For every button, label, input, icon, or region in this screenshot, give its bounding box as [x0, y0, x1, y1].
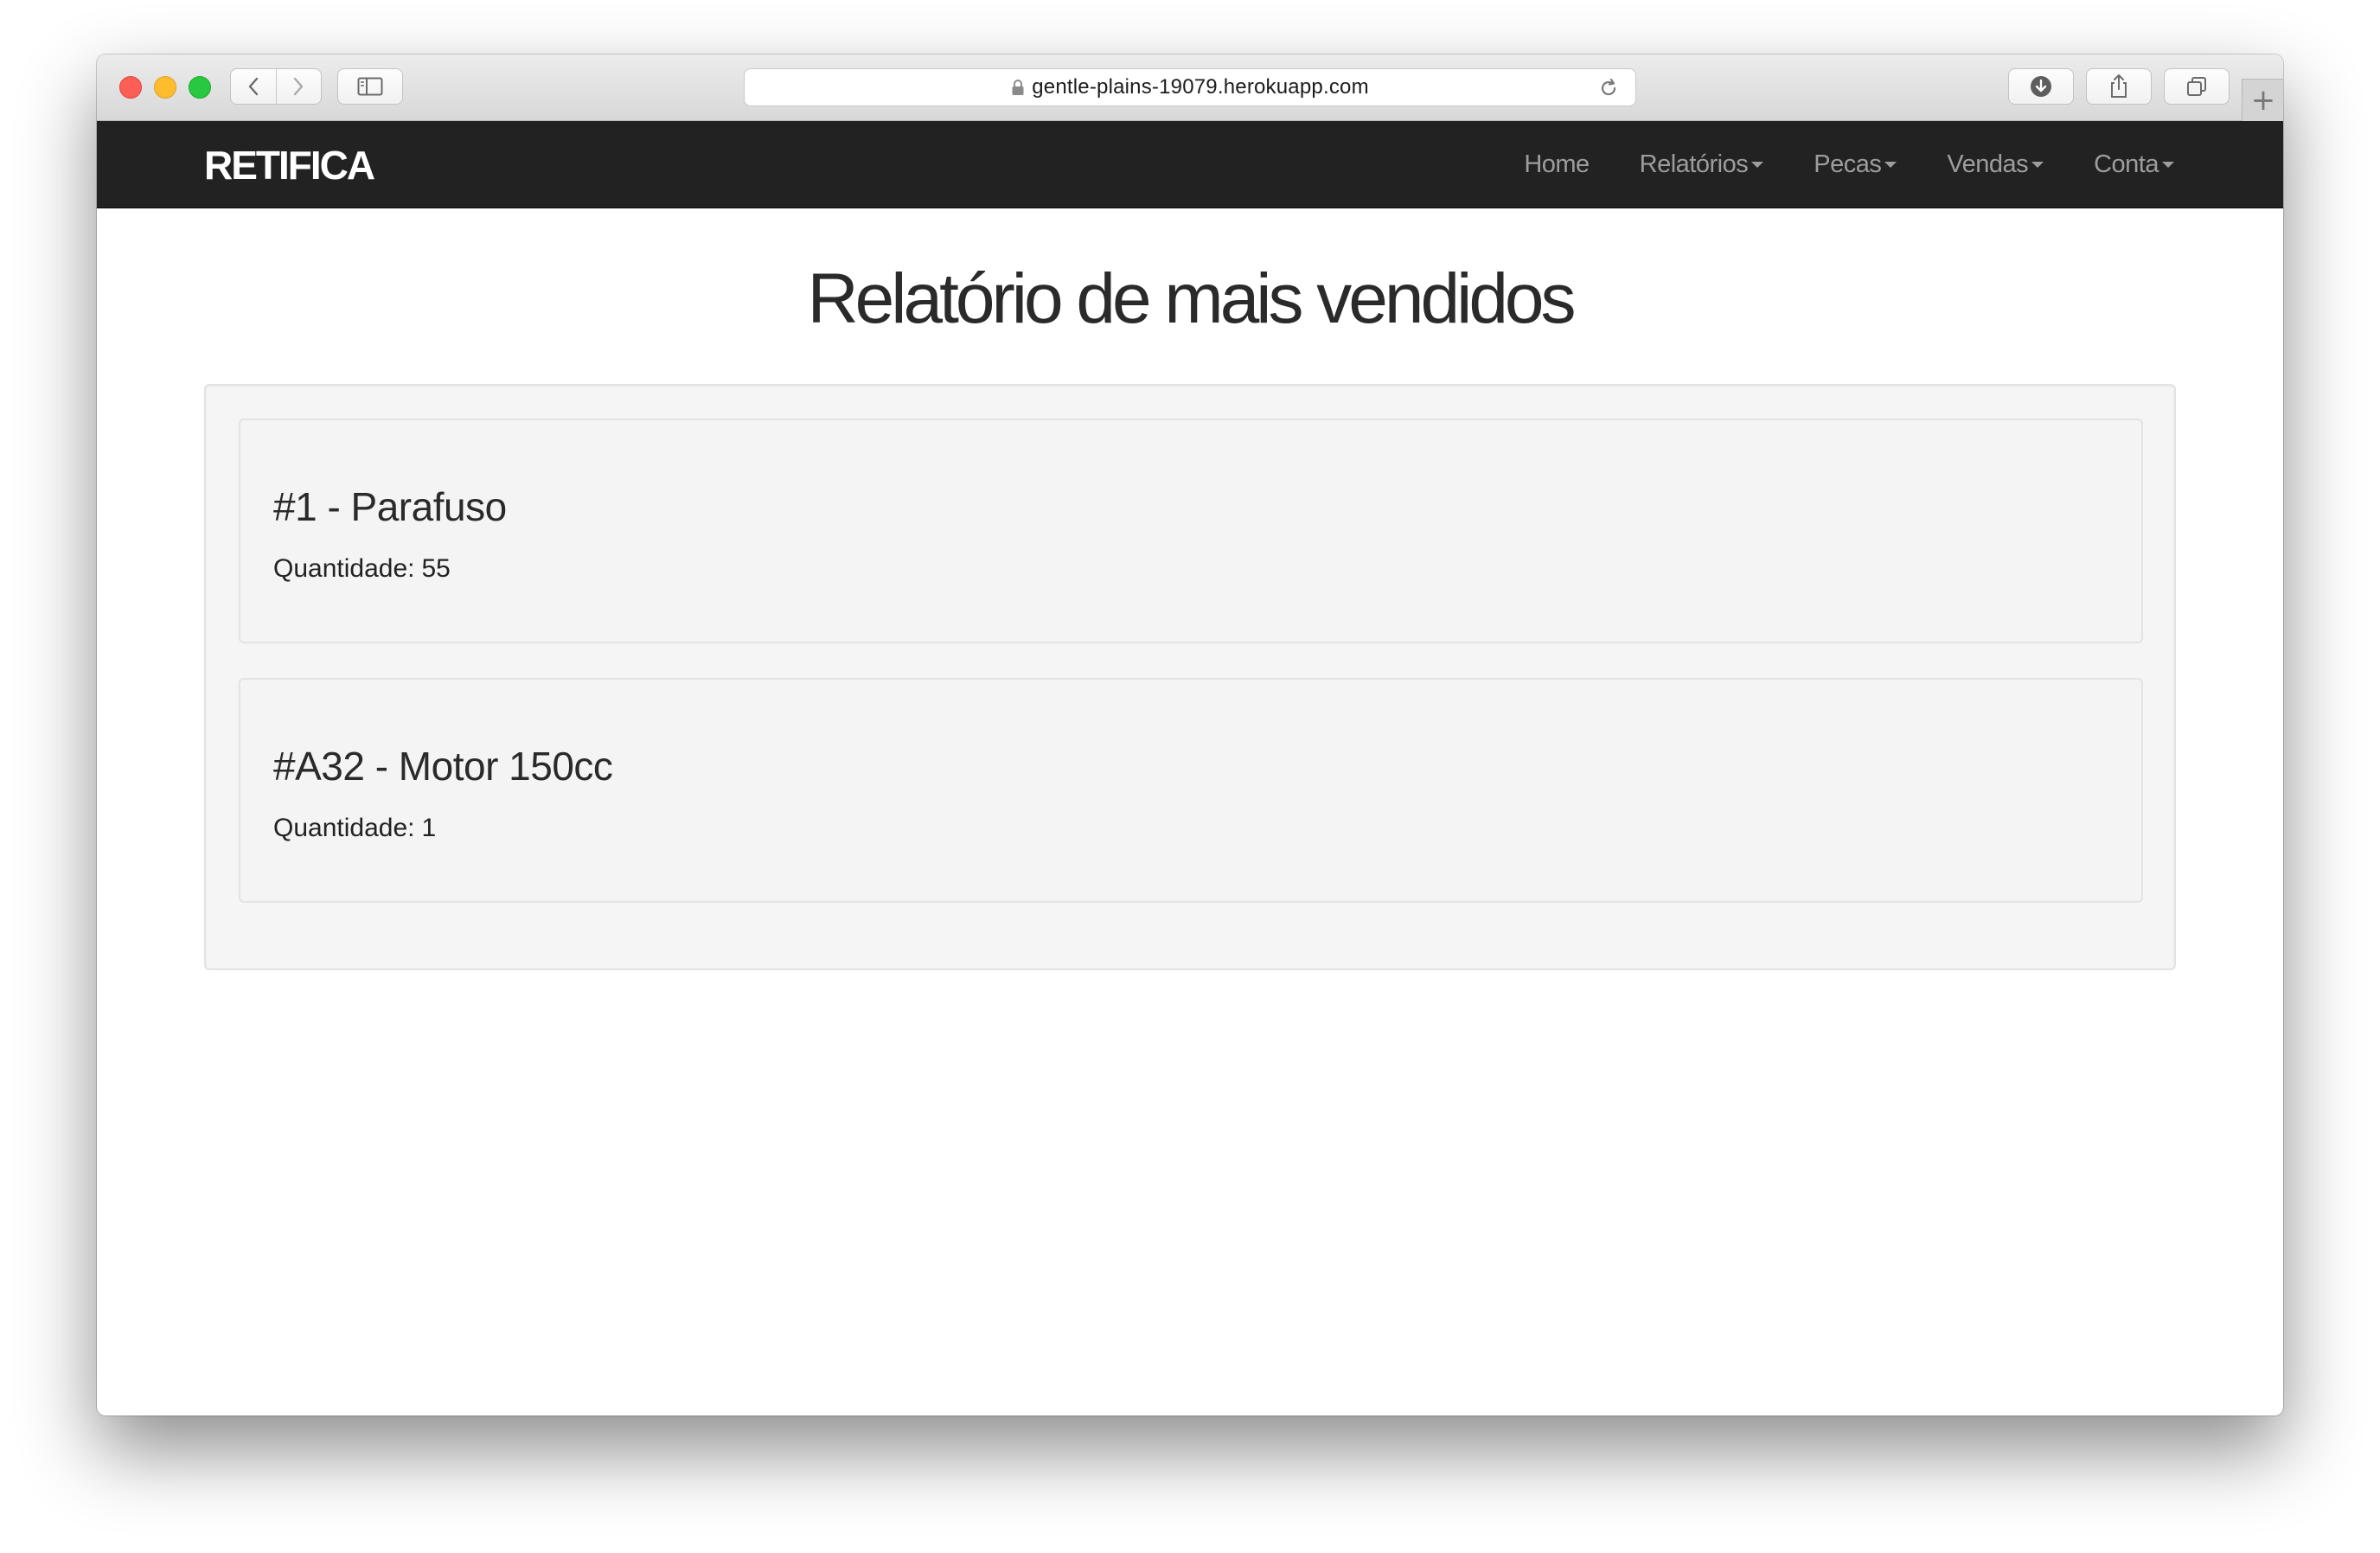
caret-down-icon	[1751, 161, 1764, 168]
minimize-window-button[interactable]	[154, 76, 176, 99]
download-icon	[2031, 76, 2051, 97]
report-item: #1 - Parafuso Quantidade: 55	[239, 419, 2143, 643]
report-item-title: #A32 - Motor 150cc	[273, 744, 613, 789]
sidebar-toggle-button[interactable]	[337, 68, 403, 105]
url-text: gentle-plains-19079.herokuapp.com	[1032, 75, 1369, 99]
report-item-quantity: Quantidade: 1	[273, 811, 443, 846]
nav-item-label: Relatórios	[1639, 150, 1749, 178]
nav-item-label: Conta	[2094, 150, 2159, 178]
forward-button[interactable]	[276, 69, 321, 104]
report-item: #A32 - Motor 150cc Quantidade: 1	[239, 678, 2143, 903]
downloads-button[interactable]	[2008, 68, 2074, 105]
sidebar-icon	[357, 77, 383, 96]
tab-overview-button[interactable]	[2164, 68, 2230, 105]
nav-item-pecas[interactable]: Pecas	[1814, 150, 1897, 179]
chevron-right-icon	[294, 77, 304, 96]
caret-down-icon	[2031, 161, 2044, 168]
nav-item-label: Home	[1524, 150, 1590, 178]
reload-icon[interactable]	[1597, 77, 1620, 99]
new-tab-button[interactable]: +	[2242, 79, 2283, 121]
quantity-label: Quantidade:	[273, 554, 415, 583]
close-window-button[interactable]	[119, 76, 142, 99]
page-title: Relatório de mais vendidos	[807, 259, 1576, 338]
browser-toolbar: gentle-plains-19079.herokuapp.com +	[97, 54, 2283, 121]
quantity-value: 1	[421, 814, 437, 842]
nav-item-relatorios[interactable]: Relatórios	[1640, 150, 1764, 179]
back-button[interactable]	[231, 69, 276, 104]
nav-item-home[interactable]: Home	[1524, 150, 1590, 179]
caret-down-icon	[1884, 161, 1897, 168]
chevron-left-icon	[248, 77, 258, 96]
quantity-value: 55	[421, 554, 451, 583]
report-container: #1 - Parafuso Quantidade: 55 #A32 - Motor…	[204, 384, 2176, 970]
report-item-quantity: Quantidade: 55	[273, 552, 457, 586]
address-bar[interactable]: gentle-plains-19079.herokuapp.com	[744, 68, 1636, 106]
nav-item-label: Vendas	[1947, 150, 2029, 178]
share-button[interactable]	[2086, 68, 2152, 105]
nav-menu: Home Relatórios Pecas Vendas Conta	[1524, 121, 2174, 208]
nav-item-conta[interactable]: Conta	[2094, 150, 2174, 179]
report-item-title: #1 - Parafuso	[273, 484, 507, 529]
browser-window: gentle-plains-19079.herokuapp.com + RETI…	[97, 54, 2283, 1416]
address-bar-content: gentle-plains-19079.herokuapp.com	[745, 69, 1635, 105]
app-navbar: RETIFICA Home Relatórios Pecas Vendas Co…	[97, 121, 2283, 208]
tabs-icon	[2187, 77, 2206, 96]
lock-icon	[1011, 79, 1025, 96]
caret-down-icon	[2162, 161, 2174, 168]
brand-logo[interactable]: RETIFICA	[204, 142, 375, 189]
nav-item-label: Pecas	[1814, 150, 1882, 178]
nav-item-vendas[interactable]: Vendas	[1947, 150, 2044, 179]
maximize-window-button[interactable]	[189, 76, 211, 99]
share-icon	[2111, 74, 2127, 98]
history-nav-group	[230, 68, 322, 105]
quantity-label: Quantidade:	[273, 814, 415, 842]
